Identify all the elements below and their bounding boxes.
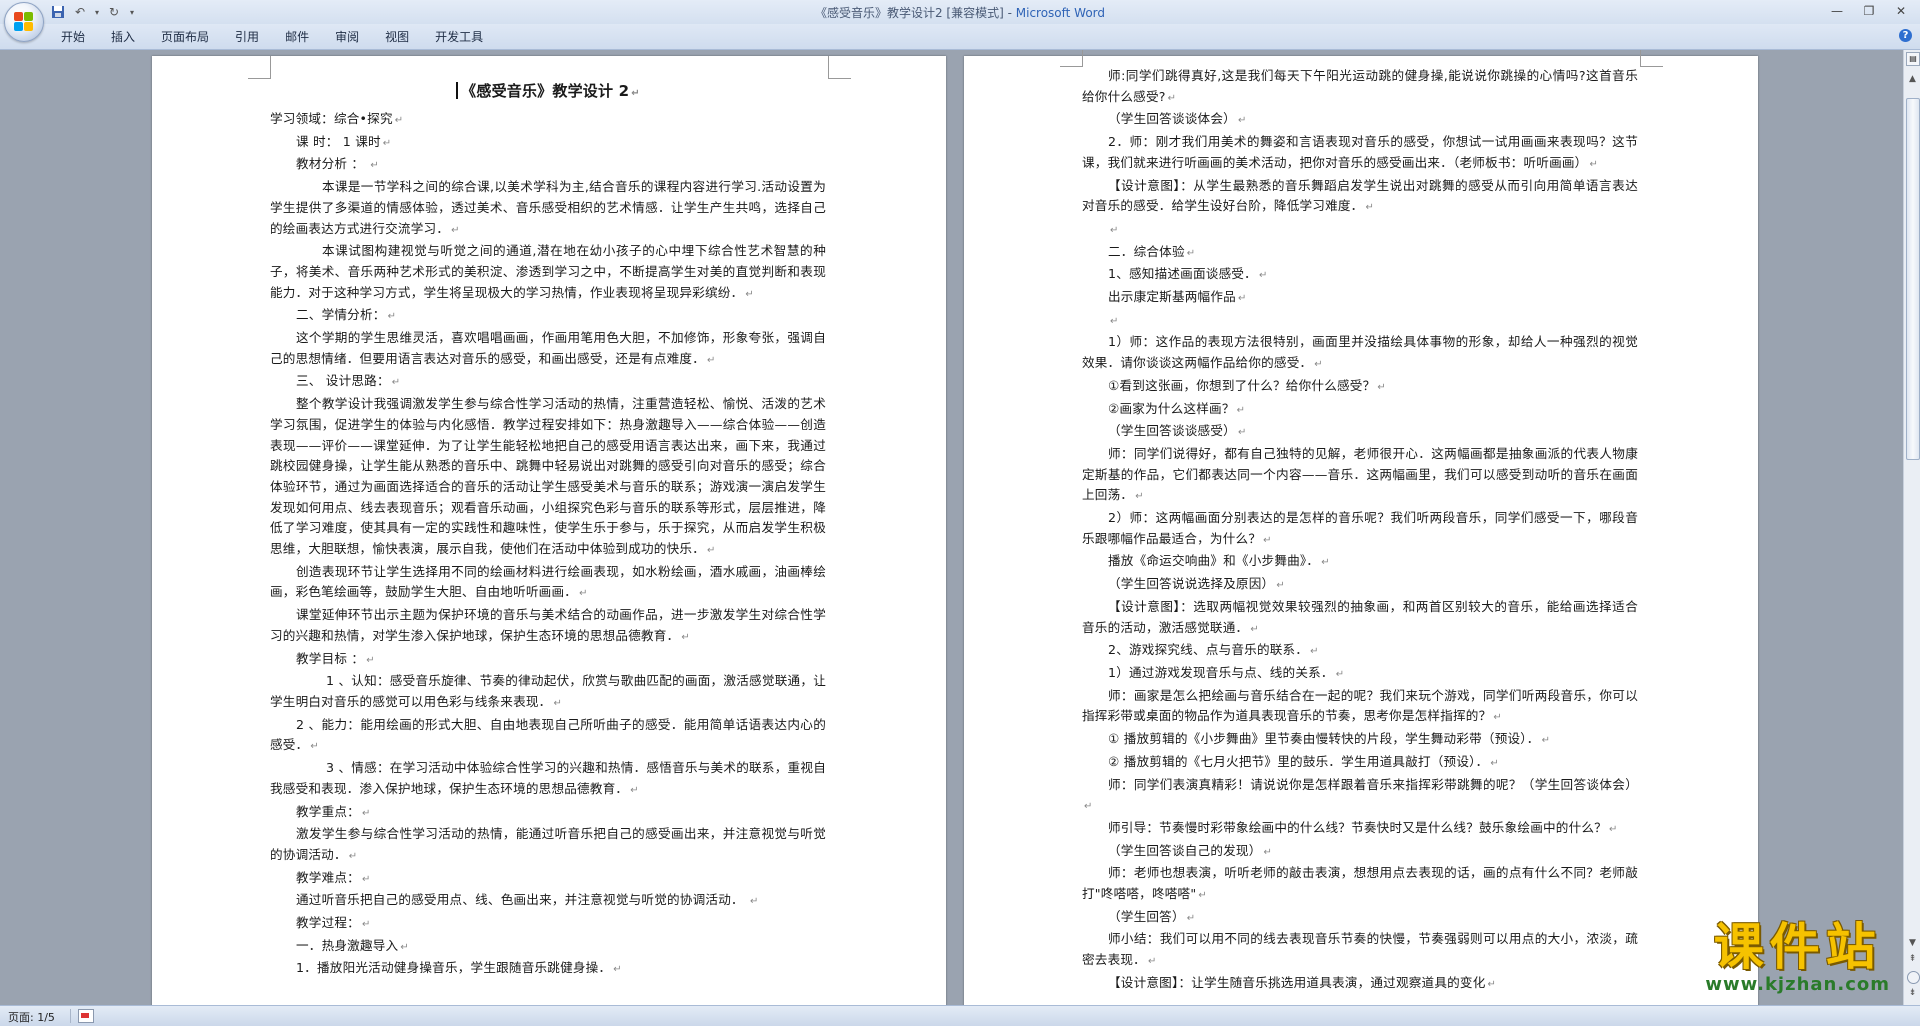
paragraph: ②画家为什么这样画？: [1082, 399, 1638, 422]
tab-3[interactable]: 引用: [222, 29, 272, 45]
app-name: Microsoft Word: [1015, 6, 1106, 20]
paragraph: 1）师：这作品的表现方法很特别，画面里并没描绘具体事物的形象，却给人一种强烈的视…: [1082, 332, 1638, 375]
page-2-content[interactable]: 师:同学们跳得真好,这是我们每天下午阳光运动跳的健身操,能说说你跳操的心情吗?这…: [1082, 66, 1638, 996]
paragraph: 创造表现环节让学生选择用不同的绘画材料进行绘画表现，如水粉绘画，酒水戚画，油画棒…: [270, 562, 826, 605]
paragraph: 教学过程：: [270, 913, 826, 936]
next-page-icon[interactable]: ⇟: [1906, 986, 1919, 1000]
paragraph: 师小结：我们可以用不同的线去表现音乐节奏的快慢，节奏强弱则可以用点的大小，浓淡，…: [1082, 929, 1638, 972]
scroll-down-icon[interactable]: ▼: [1906, 936, 1919, 950]
paragraph: 本课是一节学科之间的综合课,以美术学科为主,结合音乐的课程内容进行学习.活动设置…: [270, 177, 826, 241]
paragraph: 教学重点：: [270, 802, 826, 825]
title-bar: ↶ ▾ ↻ ▾ 《感受音乐》教学设计2 [兼容模式] - Microsoft W…: [0, 0, 1920, 25]
paragraph: 师:同学们跳得真好,这是我们每天下午阳光运动跳的健身操,能说说你跳操的心情吗?这…: [1082, 66, 1638, 109]
margin-mark: [828, 56, 851, 79]
tab-4[interactable]: 邮件: [272, 29, 322, 45]
paragraph: 通过听音乐把自己的感受用点、线、色画出来，并注意视觉与听觉的协调活动．: [270, 890, 826, 913]
paragraph: 【设计意图】：让学生随音乐挑选用道具表演，通过观察道具的变化: [1082, 973, 1638, 996]
tab-5[interactable]: 审阅: [322, 29, 372, 45]
status-bar: 页面: 1/5: [0, 1005, 1920, 1026]
status-separator: [70, 1009, 71, 1023]
watermark: 课件站 www.kjzhan.com: [1705, 922, 1890, 994]
select-browse-object-icon[interactable]: [1907, 971, 1920, 984]
paragraph: 播放《命运交响曲》和《小步舞曲》．: [1082, 551, 1638, 574]
paragraph: 师引导：节奏慢时彩带象绘画中的什么线？节奏快时又是什么线？鼓乐象绘画中的什么？: [1082, 818, 1638, 841]
restore-icon[interactable]: ❐: [1856, 3, 1882, 19]
paragraph: （学生回答谈谈体会）: [1082, 109, 1638, 132]
previous-page-icon[interactable]: ⇞: [1906, 952, 1919, 966]
paragraph: 2．师：刚才我们用美术的舞姿和言语表现对音乐的感受，你想试一试用画画来表现吗？这…: [1082, 132, 1638, 175]
ribbon-tabs: 开始 插入 页面布局 引用 邮件 审阅 视图 开发工具: [48, 29, 496, 45]
paragraph: 3 、情感：在学习活动中体验综合性学习的兴趣和热情．感悟音乐与美术的联系，重视自…: [270, 758, 826, 801]
paragraph: 2）师：这两幅画面分别表达的是怎样的音乐呢？我们听两段音乐，同学们感受一下，哪段…: [1082, 508, 1638, 551]
margin-mark: [1060, 50, 1083, 67]
page-1-content[interactable]: 《感受音乐》教学设计 2 学习领域：综合•探究课 时： 1 课时教材分析 ： 本…: [270, 78, 826, 981]
paragraph: 这个学期的学生思维灵活，喜欢唱唱画画，作画用笔用色大胆，不加修饰，形象夸张，强调…: [270, 328, 826, 371]
window-title: 《感受音乐》教学设计2 [兼容模式] - Microsoft Word: [0, 4, 1920, 21]
paragraph: 本课试图构建视觉与听觉之间的通道,潜在地在幼小孩子的心中埋下综合性艺术智慧的种子…: [270, 241, 826, 305]
paragraph: [1082, 219, 1638, 242]
document-area[interactable]: 《感受音乐》教学设计 2 学习领域：综合•探究课 时： 1 课时教材分析 ： 本…: [0, 50, 1903, 1005]
paragraph: 一．热身激趣导入: [270, 936, 826, 959]
paragraph: 师：同学们表演真精彩！请说说你是怎样跟着音乐来指挥彩带跳舞的呢？（学生回答谈体会…: [1082, 775, 1638, 818]
paragraph: 学习领域：综合•探究: [270, 109, 826, 132]
paragraph: 二．综合体验: [1082, 242, 1638, 265]
tab-6[interactable]: 视图: [372, 29, 422, 45]
paragraph: 【设计意图】：从学生最熟悉的音乐舞蹈启发学生说出对跳舞的感受从而引向用简单语言表…: [1082, 176, 1638, 219]
paragraph: 1）通过游戏发现音乐与点、线的关系．: [1082, 663, 1638, 686]
tab-7[interactable]: 开发工具: [422, 29, 496, 45]
document-heading: 《感受音乐》教学设计 2: [270, 78, 826, 107]
paragraph: 2、游戏探究线、点与音乐的联系．: [1082, 640, 1638, 663]
paragraph: 1．播放阳光活动健身操音乐，学生跟随音乐跳健身操．: [270, 958, 826, 981]
vertical-scrollbar[interactable]: ▤ ▲ ▼ ⇞ ⇟: [1903, 50, 1920, 1005]
paragraph: （学生回答谈自己的发现）: [1082, 841, 1638, 864]
paragraph: ①看到这张画，你想到了什么？给你什么感受？: [1082, 376, 1638, 399]
watermark-url: www.kjzhan.com: [1705, 974, 1890, 995]
window-controls: — ❐ ✕: [1824, 3, 1914, 19]
paragraph: 师：同学们说得好，都有自己独特的见解，老师很开心．这两幅画都是抽象画派的代表人物…: [1082, 444, 1638, 508]
scroll-up-icon[interactable]: ▲: [1906, 72, 1919, 86]
page-count[interactable]: 页面: 1/5: [8, 1009, 55, 1025]
paragraph: 【设计意图】：选取两幅视觉效果较强烈的抽象画，和两首区别较大的音乐，能给画选择适…: [1082, 597, 1638, 640]
help-icon[interactable]: ?: [1899, 29, 1912, 42]
tab-0[interactable]: 开始: [48, 29, 98, 45]
tab-2[interactable]: 页面布局: [148, 29, 222, 45]
paragraph: 课 时： 1 课时: [270, 132, 826, 155]
margin-mark: [248, 56, 271, 79]
paragraph: （学生回答谈谈感受）: [1082, 421, 1638, 444]
page-1[interactable]: 《感受音乐》教学设计 2 学习领域：综合•探究课 时： 1 课时教材分析 ： 本…: [152, 56, 946, 1005]
office-logo-icon: [14, 12, 34, 32]
tab-1[interactable]: 插入: [98, 29, 148, 45]
paragraph: 整个教学设计我强调激发学生参与综合性学习活动的热情，注重营造轻松、愉悦、活泼的艺…: [270, 394, 826, 562]
scroll-thumb[interactable]: [1906, 98, 1920, 460]
ribbon-tab-bar: 开始 插入 页面布局 引用 邮件 审阅 视图 开发工具 ?: [0, 24, 1920, 50]
paragraph: （学生回答说说选择及原因）: [1082, 574, 1638, 597]
paragraph: 教学目标 ：: [270, 649, 826, 672]
margin-mark: [1640, 50, 1663, 67]
watermark-logo: 课件站: [1713, 918, 1882, 976]
view-ruler-icon[interactable]: ▤: [1906, 52, 1920, 66]
paragraph: 三、 设计思路：: [270, 371, 826, 394]
paragraph: 2 、能力：能用绘画的形式大胆、自由地表现自己所听曲子的感受．能用简单话语表达内…: [270, 715, 826, 758]
paragraph: 1 、认知：感受音乐旋律、节奏的律动起伏，欣赏与歌曲匹配的画面，激活感觉联通，让…: [270, 671, 826, 714]
paragraph: 师：画家是怎么把绘画与音乐结合在一起的呢？我们来玩个游戏，同学们听两段音乐，你可…: [1082, 686, 1638, 729]
paragraph: 激发学生参与综合性学习活动的热情，能通过听音乐把自己的感受画出来，并注意视觉与听…: [270, 824, 826, 867]
paragraph: 师：老师也想表演，听听老师的敲击表演，想想用点去表现的话，画的点有什么不同？老师…: [1082, 863, 1638, 906]
paragraph: ① 播放剪辑的《小步舞曲》里节奏由慢转快的片段，学生舞动彩带（预设）．: [1082, 729, 1638, 752]
paragraph: 教学难点：: [270, 868, 826, 891]
paragraph: ② 播放剪辑的《七月火把节》里的鼓乐．学生用道具敲打（预设）．: [1082, 752, 1638, 775]
paragraph: 1、感知描述画面谈感受．: [1082, 264, 1638, 287]
paragraph: 出示康定斯基两幅作品: [1082, 287, 1638, 310]
paragraph: 课堂延伸环节出示主题为保护环境的音乐与美术结合的动画作品，进一步激发学生对综合性…: [270, 605, 826, 648]
office-button[interactable]: [4, 2, 44, 42]
document-title: 《感受音乐》教学设计2 [兼容模式] -: [814, 6, 1016, 20]
page-2[interactable]: 师:同学们跳得真好,这是我们每天下午阳光运动跳的健身操,能说说你跳操的心情吗?这…: [964, 50, 1758, 1005]
minimize-icon[interactable]: —: [1824, 3, 1850, 19]
paragraph: （学生回答）: [1082, 907, 1638, 930]
paragraph: 二、学情分析：: [270, 305, 826, 328]
paragraph: [1082, 310, 1638, 333]
close-icon[interactable]: ✕: [1888, 3, 1914, 19]
proofing-icon[interactable]: [78, 1009, 94, 1023]
paragraph: 教材分析 ：: [270, 154, 826, 177]
